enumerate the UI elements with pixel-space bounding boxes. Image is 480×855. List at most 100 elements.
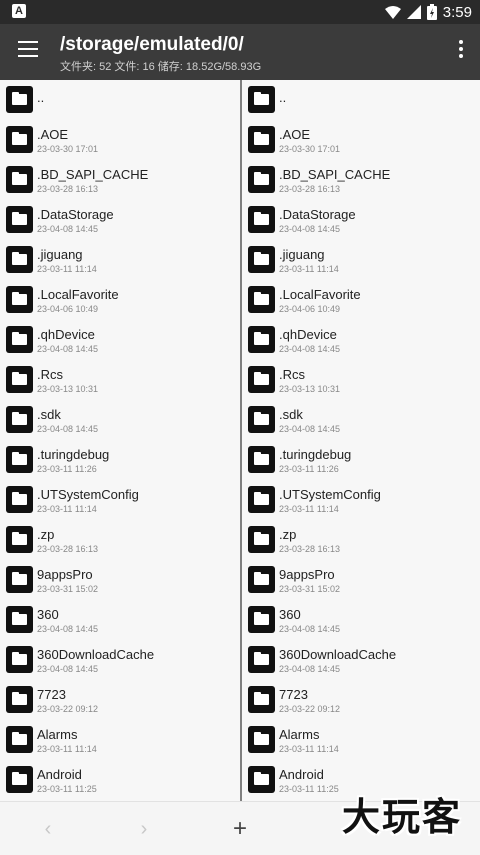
right-folder-row[interactable]: 360DownloadCache 23-04-08 14:45 — [242, 640, 480, 680]
right-pane[interactable]: .. .AOE 23-03-30 17:01 .BD_SAPI_CACHE 23-03-… — [240, 80, 480, 801]
left-folder-row[interactable]: 360DownloadCache 23-04-08 14:45 — [0, 640, 240, 680]
folder-icon — [6, 406, 33, 433]
folder-date: 23-03-11 11:14 — [37, 744, 97, 754]
folder-name: .AOE — [37, 127, 69, 142]
right-folder-row[interactable]: Alarms 23-03-11 11:14 — [242, 720, 480, 760]
folder-date: 23-03-11 11:14 — [37, 504, 97, 514]
clock: 3:59 — [442, 3, 472, 21]
status-bar: A 3:59 — [0, 0, 480, 24]
folder-name: .UTSystemConfig — [279, 487, 381, 502]
right-folder-row[interactable]: .UTSystemConfig 23-03-11 11:14 — [242, 480, 480, 520]
folder-icon — [248, 406, 275, 433]
menu-icon[interactable] — [18, 41, 38, 57]
folder-name: .DataStorage — [279, 207, 356, 222]
folder-icon — [6, 206, 33, 233]
folder-name: 360 — [279, 607, 301, 622]
left-folder-row[interactable]: .DataStorage 23-04-08 14:45 — [0, 200, 240, 240]
folder-name: .turingdebug — [279, 447, 352, 462]
left-folder-row[interactable]: .qhDevice 23-04-08 14:45 — [0, 320, 240, 360]
left-folder-row[interactable]: 360 23-04-08 14:45 — [0, 600, 240, 640]
folder-icon — [248, 526, 275, 553]
left-folder-row[interactable]: .BD_SAPI_CACHE 23-03-28 16:13 — [0, 160, 240, 200]
watermark-logo: 大玩客 — [341, 794, 462, 839]
folder-name: .Rcs — [279, 367, 305, 382]
folder-name: .UTSystemConfig — [37, 487, 139, 502]
right-folder-row[interactable]: .DataStorage 23-04-08 14:45 — [242, 200, 480, 240]
folder-name: Alarms — [37, 727, 78, 742]
folder-date: 23-04-08 14:45 — [37, 344, 99, 354]
more-options-icon[interactable] — [458, 40, 464, 58]
folder-name: 9appsPro — [279, 567, 335, 582]
folder-icon — [248, 246, 275, 273]
folder-icon — [248, 326, 275, 353]
right-folder-row[interactable]: .qhDevice 23-04-08 14:45 — [242, 320, 480, 360]
folder-name: .turingdebug — [37, 447, 110, 462]
folder-icon — [6, 646, 33, 673]
folder-icon — [6, 126, 33, 153]
folder-date: 23-03-11 11:14 — [279, 744, 339, 754]
forward-button[interactable]: › — [124, 812, 164, 846]
left-folder-row[interactable]: .sdk 23-04-08 14:45 — [0, 400, 240, 440]
folder-icon — [248, 286, 275, 313]
folder-icon — [248, 566, 275, 593]
folder-date: 23-03-11 11:25 — [279, 784, 339, 794]
folder-date: 23-04-08 14:45 — [279, 224, 341, 234]
folder-date: 23-04-06 10:49 — [279, 304, 341, 314]
left-folder-row[interactable]: .jiguang 23-03-11 11:14 — [0, 240, 240, 280]
folder-icon — [248, 646, 275, 673]
right-folder-row[interactable]: 360 23-04-08 14:45 — [242, 600, 480, 640]
current-path: /storage/emulated/0/ — [60, 34, 244, 55]
dual-pane-view: .. .AOE 23-03-30 17:01 .BD_SAPI_CACHE 23-03-… — [0, 80, 480, 801]
folder-date: 23-03-11 11:14 — [37, 264, 97, 274]
folder-name: .sdk — [37, 407, 61, 422]
folder-icon — [248, 206, 275, 233]
right-folder-row[interactable]: .Rcs 23-03-13 10:31 — [242, 360, 480, 400]
left-folder-row[interactable]: Android 23-03-11 11:25 — [0, 760, 240, 800]
folder-name: Android — [37, 767, 82, 782]
right-parent-folder-row[interactable]: .. — [242, 80, 480, 120]
folder-date: 23-04-08 14:45 — [37, 424, 99, 434]
folder-name: 7723 — [37, 687, 66, 702]
left-folder-row[interactable]: Alarms 23-03-11 11:14 — [0, 720, 240, 760]
right-folder-row[interactable]: .jiguang 23-03-11 11:14 — [242, 240, 480, 280]
folder-date: 23-03-11 11:14 — [279, 504, 339, 514]
right-folder-row[interactable]: .AOE 23-03-30 17:01 — [242, 120, 480, 160]
app-toolbar: /storage/emulated/0/ 文件夹: 52 文件: 16 储存: … — [0, 24, 480, 80]
right-folder-row[interactable]: .LocalFavorite 23-04-06 10:49 — [242, 280, 480, 320]
folder-name: .. — [279, 90, 287, 105]
left-pane[interactable]: .. .AOE 23-03-30 17:01 .BD_SAPI_CACHE 23-03-… — [0, 80, 240, 801]
folder-name: Alarms — [279, 727, 320, 742]
right-folder-row[interactable]: 7723 23-03-22 09:12 — [242, 680, 480, 720]
folder-date: 23-03-11 11:26 — [279, 464, 339, 474]
left-folder-row[interactable]: .Rcs 23-03-13 10:31 — [0, 360, 240, 400]
left-folder-row[interactable]: .zp 23-03-28 16:13 — [0, 520, 240, 560]
right-folder-row[interactable]: .zp 23-03-28 16:13 — [242, 520, 480, 560]
right-folder-row[interactable]: .BD_SAPI_CACHE 23-03-28 16:13 — [242, 160, 480, 200]
right-folder-row[interactable]: .sdk 23-04-08 14:45 — [242, 400, 480, 440]
left-folder-row[interactable]: .turingdebug 23-03-11 11:26 — [0, 440, 240, 480]
back-button[interactable]: ‹ — [28, 812, 68, 846]
folder-name: 9appsPro — [37, 567, 93, 582]
folder-icon — [6, 486, 33, 513]
add-button[interactable]: + — [220, 812, 260, 846]
left-folder-row[interactable]: 9appsPro 23-03-31 15:02 — [0, 560, 240, 600]
left-folder-row[interactable]: 7723 23-03-22 09:12 — [0, 680, 240, 720]
wifi-icon — [384, 5, 401, 19]
left-parent-folder-row[interactable]: .. — [0, 80, 240, 120]
folder-icon — [6, 246, 33, 273]
folder-icon — [6, 286, 33, 313]
folder-icon — [248, 86, 275, 113]
right-folder-row[interactable]: .turingdebug 23-03-11 11:26 — [242, 440, 480, 480]
folder-name: .zp — [37, 527, 55, 542]
left-folder-row[interactable]: .UTSystemConfig 23-03-11 11:14 — [0, 480, 240, 520]
status-icons: 3:59 — [384, 0, 472, 24]
folder-date: 23-04-08 14:45 — [279, 624, 341, 634]
right-folder-row[interactable]: 9appsPro 23-03-31 15:02 — [242, 560, 480, 600]
folder-name: 360 — [37, 607, 59, 622]
left-folder-row[interactable]: .AOE 23-03-30 17:01 — [0, 120, 240, 160]
left-folder-row[interactable]: .LocalFavorite 23-04-06 10:49 — [0, 280, 240, 320]
folder-date: 23-04-08 14:45 — [37, 224, 99, 234]
folder-date: 23-03-22 09:12 — [37, 704, 99, 714]
folder-icon — [248, 166, 275, 193]
folder-name: .LocalFavorite — [37, 287, 119, 302]
